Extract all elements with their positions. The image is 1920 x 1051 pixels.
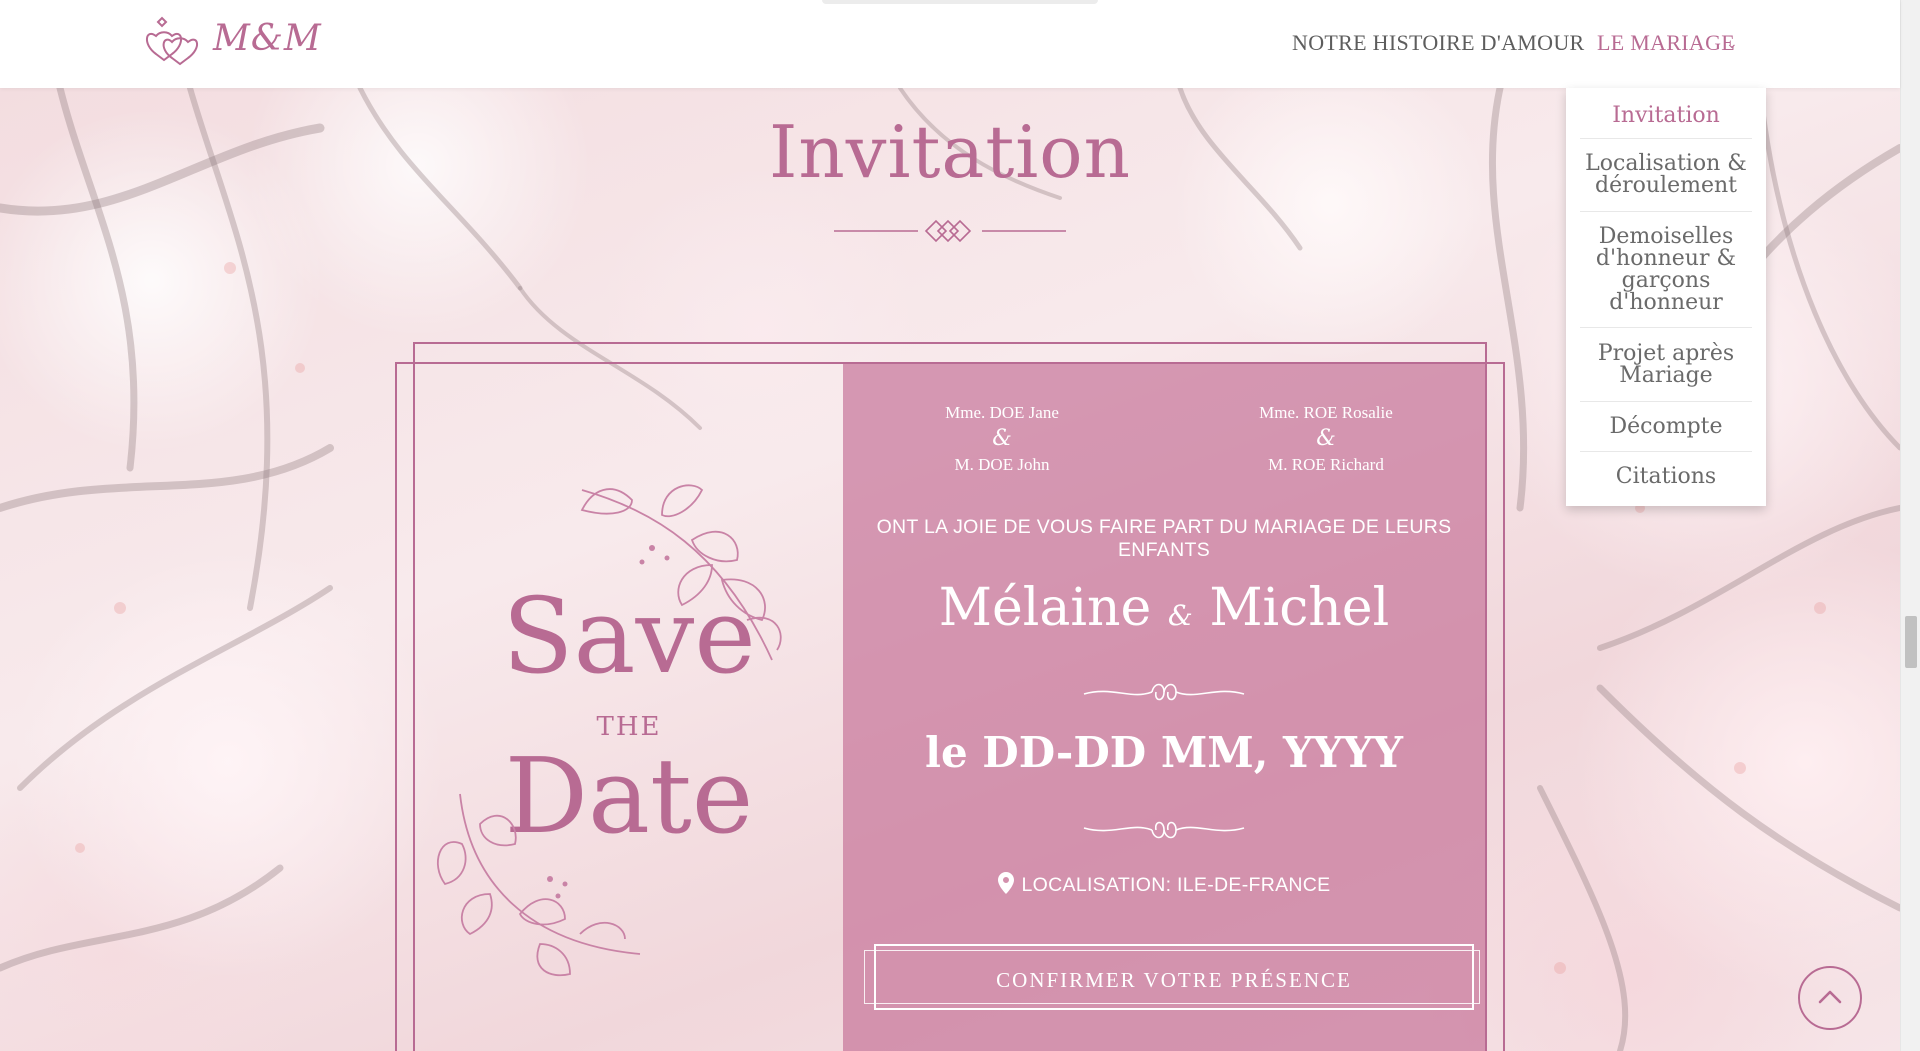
flourish-icon [1083, 683, 1245, 701]
save-word: Save [502, 575, 756, 697]
scrollbar-thumb[interactable] [1905, 616, 1917, 668]
top-tab-handle [822, 0, 1098, 4]
bride-name: Mélaine [938, 578, 1152, 638]
nav-notre-histoire[interactable]: NOTRE HISTOIRE D'AMOUR [1292, 30, 1585, 56]
parents-bride: Mme. DOE Jane & M. DOE John [852, 400, 1152, 478]
rsvp-button-label[interactable]: CONFIRMER VOTRE PRÉSENCE [874, 968, 1474, 993]
page-scrollbar[interactable] [1900, 0, 1920, 1051]
couple-names: Mélaine & Michel [843, 578, 1485, 638]
map-pin-icon [997, 872, 1014, 894]
location-text: LOCALISATION: ILE-DE-FRANCE [1021, 874, 1331, 896]
leaf-branch-icon [436, 793, 641, 977]
dropdown-item-localisation[interactable]: Localisation & déroulement [1580, 139, 1752, 212]
site-header: M&M NOTRE HISTOIRE D'AMOUR LE MARIAGE ⌄ [0, 0, 1900, 88]
nav-le-mariage[interactable]: LE MARIAGE [1597, 30, 1735, 56]
dropdown-item-invitation[interactable]: Invitation [1580, 94, 1752, 139]
parent-name: M. ROE Richard [1268, 455, 1384, 474]
couple-ampersand: & [1167, 599, 1193, 632]
dropdown-item-citations[interactable]: Citations [1580, 452, 1752, 502]
diamond-ornament-icon [834, 219, 1066, 243]
parent-name: Mme. DOE Jane [945, 403, 1059, 422]
parent-name: Mme. ROE Rosalie [1259, 403, 1393, 422]
back-to-top-button[interactable] [1798, 966, 1862, 1030]
parent-name: M. DOE John [954, 455, 1050, 474]
parents-groom: Mme. ROE Rosalie & M. ROE Richard [1176, 400, 1476, 478]
location-line: LOCALISATION: ILE-DE-FRANCE [843, 872, 1485, 897]
arrow-up-icon [1818, 990, 1842, 1004]
ampersand: & [1316, 426, 1336, 451]
groom-name: Michel [1209, 578, 1390, 638]
wedding-date: le DD-DD MM, YYYY [925, 728, 1403, 777]
dropdown-item-demoiselles[interactable]: Demoiselles d'honneur & garçons d'honneu… [1580, 212, 1752, 328]
logo-text[interactable]: M&M [213, 18, 322, 59]
dropdown-item-decompte[interactable]: Décompte [1580, 402, 1752, 452]
le-mariage-dropdown: Invitation Localisation & déroulement De… [1566, 88, 1766, 506]
dropdown-item-projet[interactable]: Projet après Mariage [1580, 328, 1752, 402]
ampersand: & [992, 426, 1012, 451]
flourish-icon [1083, 821, 1245, 839]
chevron-down-icon[interactable]: ⌄ [1726, 36, 1738, 52]
announcement-text: ONT LA JOIE DE VOUS FAIRE PART DU MARIAG… [876, 516, 1452, 561]
